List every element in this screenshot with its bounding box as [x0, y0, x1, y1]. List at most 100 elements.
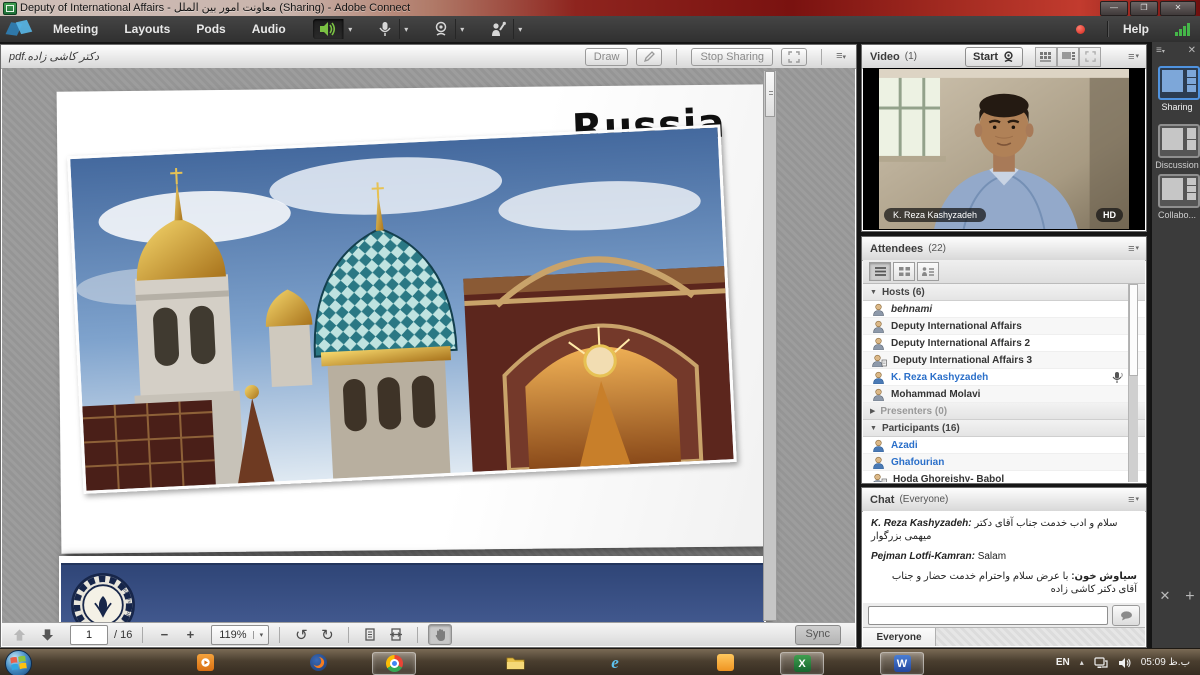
attendee-status-view-button[interactable]: [917, 262, 939, 281]
fit-width-button[interactable]: [385, 625, 407, 644]
minimize-button[interactable]: —: [1100, 1, 1128, 16]
host-avatar-icon: [872, 388, 885, 401]
taskbar-media-player[interactable]: [190, 652, 220, 673]
webcam-dropdown[interactable]: ▾: [455, 19, 469, 39]
speaker-button[interactable]: [313, 19, 343, 39]
raise-hand-button[interactable]: [483, 19, 513, 39]
zoom-out-button[interactable]: −: [153, 625, 175, 644]
layout-sharing[interactable]: [1158, 66, 1200, 100]
group-participants[interactable]: ▼Participants (16): [863, 420, 1145, 437]
attendees-pod-menu-button[interactable]: ≡▾: [1128, 244, 1139, 254]
layout-discussion-label[interactable]: Discussion: [1152, 160, 1200, 170]
word-icon: W: [894, 655, 911, 672]
tray-language[interactable]: EN: [1056, 657, 1070, 668]
taskbar-explorer[interactable]: [500, 652, 530, 673]
layout-collaboration-label[interactable]: Collabo...: [1152, 210, 1200, 220]
group-hosts[interactable]: ▼Hosts (6): [863, 284, 1145, 301]
zoom-level-select[interactable]: 119% ▾: [211, 625, 269, 645]
sync-button[interactable]: Sync: [795, 625, 841, 645]
menu-pods[interactable]: Pods: [183, 16, 238, 42]
attendee-row[interactable]: Azadi: [863, 437, 1145, 454]
webcam-feed: K. Reza Kashyzadeh HD: [879, 69, 1129, 229]
attendee-row[interactable]: Deputy International Affairs 3: [863, 352, 1145, 369]
layouts-sidebar: ≡▾ ✕ Sharing Discussion Collabo... ✕ +: [1150, 42, 1200, 648]
video-pod-menu-button[interactable]: ≡▾: [1128, 52, 1139, 62]
chat-input[interactable]: [868, 606, 1108, 625]
attendee-row[interactable]: Deputy International Affairs 2: [863, 335, 1145, 352]
pan-tool-button[interactable]: [428, 624, 452, 645]
chat-pod-menu-button[interactable]: ≡▾: [1128, 495, 1139, 505]
attendees-view-toolbar: [863, 260, 1145, 284]
tray-clock[interactable]: 05:09 ب.ظ: [1141, 657, 1190, 668]
sidebar-menu-button[interactable]: ≡▾: [1156, 45, 1165, 56]
page-up-button[interactable]: [8, 625, 30, 644]
attendee-list-view-button[interactable]: [869, 262, 891, 281]
disclosure-down-icon: ▼: [870, 289, 877, 296]
windows-flag-icon: [10, 655, 27, 672]
filmstrip-view-button[interactable]: [1057, 47, 1079, 67]
draw-tool-button[interactable]: [636, 48, 662, 66]
attendee-row[interactable]: behnami: [863, 301, 1145, 318]
video-fullscreen-button[interactable]: [1079, 47, 1101, 67]
layout-discussion[interactable]: [1158, 124, 1200, 158]
document-scrollbar[interactable]: [763, 70, 777, 621]
speaker-dropdown[interactable]: ▾: [343, 19, 357, 39]
network-icon[interactable]: [1094, 657, 1108, 669]
maximize-button[interactable]: ❐: [1130, 1, 1158, 16]
attendees-scrollbar-thumb[interactable]: [1129, 284, 1138, 376]
microphone-dropdown[interactable]: ▾: [399, 19, 413, 39]
rotate-left-button[interactable]: ↺: [290, 625, 312, 644]
rotate-left-icon: ↺: [295, 626, 308, 644]
document-scrollbar-thumb[interactable]: [765, 71, 775, 117]
menu-meeting[interactable]: Meeting: [40, 16, 111, 42]
attendees-scrollbar[interactable]: [1128, 284, 1138, 482]
rotate-right-button[interactable]: ↻: [316, 625, 338, 644]
microphone-button[interactable]: [371, 19, 399, 39]
attendee-row[interactable]: Hoda Ghoreishy- Babol: [863, 471, 1145, 482]
grid-view-button[interactable]: [1035, 47, 1057, 67]
tray-expand-icon[interactable]: ▴: [1080, 658, 1084, 667]
sidebar-close-button[interactable]: ✕: [1188, 45, 1196, 56]
menu-audio[interactable]: Audio: [239, 16, 299, 42]
help-menu[interactable]: Help: [1123, 22, 1149, 36]
delete-layout-button[interactable]: ✕: [1159, 588, 1170, 606]
group-presenters[interactable]: ▶Presenters (0): [863, 403, 1145, 420]
taskbar-excel[interactable]: X: [780, 652, 824, 675]
fit-page-button[interactable]: [359, 625, 381, 644]
share-pod-menu-button[interactable]: ≡▾: [836, 51, 846, 63]
attendee-row[interactable]: Mohammad Molavi: [863, 386, 1145, 403]
layout-collaboration[interactable]: [1158, 174, 1200, 208]
zoom-in-button[interactable]: +: [179, 625, 201, 644]
page-down-button[interactable]: [36, 625, 58, 644]
tab-everyone[interactable]: Everyone: [863, 628, 936, 646]
raise-hand-dropdown[interactable]: ▾: [513, 19, 527, 39]
menubar: Meeting Layouts Pods Audio ▾ ▾ ▾: [0, 16, 1200, 43]
taskbar-firefox[interactable]: [303, 652, 333, 673]
page-total-label: / 16: [114, 629, 132, 641]
close-button[interactable]: ✕: [1160, 1, 1196, 16]
layout-sharing-label[interactable]: Sharing: [1152, 102, 1200, 112]
menu-layouts[interactable]: Layouts: [111, 16, 183, 42]
taskbar-chrome[interactable]: [372, 652, 416, 675]
attendee-grid-view-button[interactable]: [893, 262, 915, 281]
attendee-row[interactable]: Deputy International Affairs: [863, 318, 1145, 335]
add-layout-button[interactable]: +: [1185, 588, 1194, 606]
taskbar-word[interactable]: W: [880, 652, 924, 675]
page-number-input[interactable]: [70, 625, 108, 645]
start-webcam-button[interactable]: Start: [965, 47, 1023, 67]
send-chat-button[interactable]: [1112, 605, 1140, 626]
notes-icon: [717, 654, 734, 671]
explorer-icon: [506, 655, 525, 670]
start-button[interactable]: [5, 650, 32, 675]
fullscreen-button[interactable]: [781, 48, 807, 66]
taskbar-notes[interactable]: [710, 652, 740, 673]
webcam-button[interactable]: [427, 19, 455, 39]
attendee-row[interactable]: Ghafourian: [863, 454, 1145, 471]
volume-icon[interactable]: [1118, 657, 1131, 669]
stop-sharing-button[interactable]: Stop Sharing: [691, 48, 773, 66]
attendees-pod-header: Attendees (22) ≡▾: [862, 237, 1146, 261]
taskbar-ie[interactable]: e: [600, 652, 630, 673]
hd-badge: HD: [1096, 208, 1123, 222]
attendee-row-self[interactable]: K. Reza Kashyzadeh: [863, 369, 1145, 386]
draw-button[interactable]: Draw: [585, 48, 629, 66]
